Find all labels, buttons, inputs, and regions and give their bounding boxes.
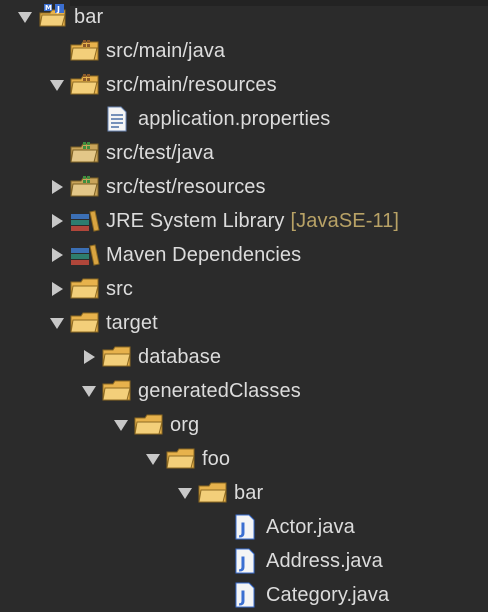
tree-item[interactable]: M J bar xyxy=(0,0,488,34)
expand-arrow-icon[interactable] xyxy=(112,416,130,434)
library-icon xyxy=(70,242,100,268)
tree-item[interactable]: generatedClasses xyxy=(0,374,488,408)
tree-item-text: database xyxy=(138,346,222,368)
collapse-arrow-icon[interactable] xyxy=(48,178,66,196)
tree-item[interactable]: target xyxy=(0,306,488,340)
tree-item-label: application.properties xyxy=(138,102,330,136)
test-source-folder-icon xyxy=(70,174,100,200)
tree-item-label: src/test/java xyxy=(106,136,214,170)
tree-item[interactable]: foo xyxy=(0,442,488,476)
tree-item-text: src/test/resources xyxy=(106,176,266,198)
tree-item[interactable]: J Actor.java xyxy=(0,510,488,544)
collapse-arrow-icon[interactable] xyxy=(48,246,66,264)
svg-text:M: M xyxy=(45,4,52,12)
tree-item[interactable]: src/main/resources xyxy=(0,68,488,102)
tree-item-label: org xyxy=(170,408,199,442)
tree-item[interactable]: application.properties xyxy=(0,102,488,136)
expand-arrow-icon[interactable] xyxy=(176,484,194,502)
tree-item-label: generatedClasses xyxy=(138,374,301,408)
tree-item-text: bar xyxy=(74,6,104,28)
tree-item-label: bar xyxy=(234,476,263,510)
tree-item-label: foo xyxy=(202,442,230,476)
tree-item[interactable]: src/test/resources xyxy=(0,170,488,204)
svg-text:J: J xyxy=(239,519,246,538)
tree-item-text: src xyxy=(106,278,133,300)
tree-item-text: src/main/java xyxy=(106,40,226,62)
folder-icon xyxy=(102,344,132,370)
tree-item[interactable]: src xyxy=(0,272,488,306)
svg-text:J: J xyxy=(239,553,246,572)
tree-item-text: target xyxy=(106,312,158,334)
java-file-icon: J xyxy=(230,548,260,574)
java-file-icon: J xyxy=(230,582,260,608)
tree-item-label: Address.java xyxy=(266,544,383,578)
tree-item-label: JRE System Library [JavaSE-11] xyxy=(106,204,399,238)
expand-arrow-icon[interactable] xyxy=(144,450,162,468)
tree-item[interactable]: J Address.java xyxy=(0,544,488,578)
tree-item[interactable]: bar xyxy=(0,476,488,510)
tree-item-label: database xyxy=(138,340,221,374)
tree-item[interactable]: database xyxy=(0,340,488,374)
svg-text:J: J xyxy=(56,5,60,14)
tree-item[interactable]: Maven Dependencies xyxy=(0,238,488,272)
tree-item-text: org xyxy=(170,414,200,436)
project-explorer-tree: M J bar src/main/java src/main/resources… xyxy=(0,0,488,612)
tree-item-label: bar xyxy=(74,0,103,34)
tree-item[interactable]: src/main/java xyxy=(0,34,488,68)
tree-item-text: foo xyxy=(202,448,231,470)
tree-item-text: src/test/java xyxy=(106,142,214,164)
tree-item-label: target xyxy=(106,306,158,340)
source-folder-icon xyxy=(70,72,100,98)
tree-item[interactable]: JRE System Library [JavaSE-11] xyxy=(0,204,488,238)
source-folder-icon xyxy=(70,38,100,64)
tree-item-label: src xyxy=(106,272,133,306)
tree-item-text: application.properties xyxy=(138,108,331,130)
tree-item[interactable]: src/test/java xyxy=(0,136,488,170)
svg-text:J: J xyxy=(239,587,246,606)
tree-item-text: Actor.java xyxy=(266,516,355,538)
project-folder-icon: M J xyxy=(38,4,68,30)
expand-arrow-icon[interactable] xyxy=(80,382,98,400)
java-file-icon: J xyxy=(230,514,260,540)
collapse-arrow-icon[interactable] xyxy=(80,348,98,366)
library-icon xyxy=(70,208,100,234)
test-source-folder-icon xyxy=(70,140,100,166)
expand-arrow-icon[interactable] xyxy=(16,8,34,26)
tree-item-label: src/test/resources xyxy=(106,170,266,204)
tree-item-label: src/main/resources xyxy=(106,68,277,102)
tree-item[interactable]: J Category.java xyxy=(0,578,488,612)
tree-item-text: src/main/resources xyxy=(106,74,277,96)
folder-icon xyxy=(70,276,100,302)
folder-icon xyxy=(134,412,164,438)
expand-arrow-icon[interactable] xyxy=(48,314,66,332)
tree-item-label: src/main/java xyxy=(106,34,225,68)
folder-icon xyxy=(70,310,100,336)
properties-file-icon xyxy=(102,106,132,132)
tree-item-label: Maven Dependencies xyxy=(106,238,301,272)
tree-item-text: generatedClasses xyxy=(138,380,301,402)
folder-icon xyxy=(198,480,228,506)
collapse-arrow-icon[interactable] xyxy=(48,212,66,230)
folder-icon xyxy=(102,378,132,404)
tree-item-text: bar xyxy=(234,482,264,504)
tree-item-text: Category.java xyxy=(266,584,390,606)
tree-item-text: Maven Dependencies xyxy=(106,244,302,266)
tree-item-label: Category.java xyxy=(266,578,389,612)
tree-item-label: Actor.java xyxy=(266,510,355,544)
tree-item[interactable]: org xyxy=(0,408,488,442)
folder-icon xyxy=(166,446,196,472)
tree-item-text: JRE System Library xyxy=(106,210,285,232)
tree-item-decoration: [JavaSE-11] xyxy=(290,210,400,232)
tree-item-text: Address.java xyxy=(266,550,383,572)
collapse-arrow-icon[interactable] xyxy=(48,280,66,298)
expand-arrow-icon[interactable] xyxy=(48,76,66,94)
